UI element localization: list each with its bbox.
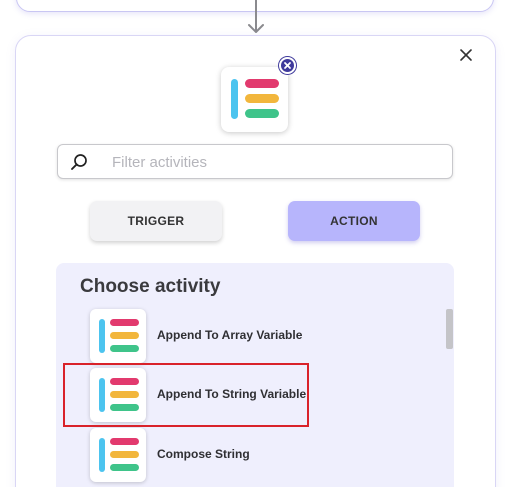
connector-arrow-icon: [248, 0, 264, 33]
activity-logo-icon: [99, 319, 139, 353]
activity-item-icon: [90, 309, 146, 363]
activity-item-label: Append To String Variable: [157, 387, 307, 401]
search-icon: [71, 154, 87, 170]
search-input[interactable]: [112, 151, 442, 173]
filter-activities-search[interactable]: [57, 144, 453, 179]
remove-badge-icon[interactable]: [279, 57, 296, 74]
activity-item-label: Compose String: [157, 447, 250, 461]
activity-item-append-to-array-variable[interactable]: Append To Array Variable: [90, 309, 430, 363]
activity-item-icon: [90, 428, 146, 482]
activity-list-heading: Choose activity: [80, 276, 221, 297]
selected-activity-icon[interactable]: [221, 67, 288, 132]
activity-item-icon: [90, 368, 146, 422]
activity-item-label: Append To Array Variable: [157, 328, 303, 342]
activity-item-compose-string[interactable]: Compose String: [90, 428, 430, 482]
activity-logo-icon: [231, 79, 279, 119]
trigger-button[interactable]: TRIGGER: [90, 201, 222, 241]
action-button[interactable]: ACTION: [288, 201, 420, 241]
activity-logo-icon: [99, 378, 139, 412]
activity-item-append-to-string-variable[interactable]: Append To String Variable: [90, 368, 430, 422]
close-icon[interactable]: [458, 47, 474, 63]
workflow-canvas: TRIGGER ACTION Choose activity Append To…: [0, 0, 506, 487]
activity-list-scrollbar[interactable]: [446, 309, 453, 349]
activity-logo-icon: [99, 438, 139, 472]
